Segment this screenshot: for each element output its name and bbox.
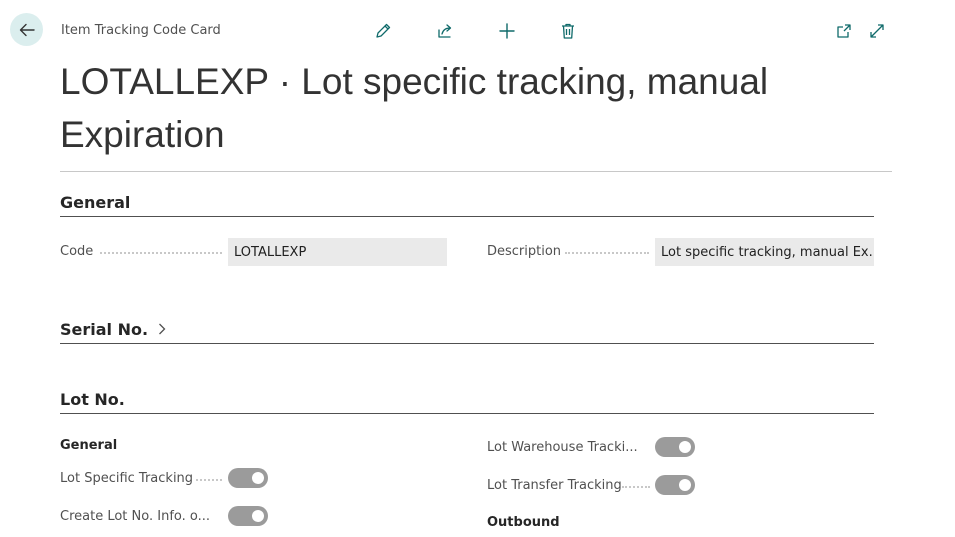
lot-specific-tracking-toggle[interactable]	[228, 468, 268, 488]
description-field[interactable]: Lot specific tracking, manual Ex...	[655, 238, 874, 266]
delete-icon[interactable]	[556, 19, 580, 43]
lot-outbound-group-title: Outbound	[487, 515, 560, 530]
code-leader-dots	[100, 252, 222, 254]
description-leader-dots	[565, 252, 649, 254]
arrow-left-icon	[19, 23, 35, 36]
lot-specific-tracking-label: Lot Specific Tracking	[60, 471, 194, 486]
back-button[interactable]	[10, 13, 43, 46]
leader-dots	[196, 479, 222, 481]
lot-general-group-title: General	[60, 438, 118, 453]
section-lot-header[interactable]: Lot No.	[60, 390, 874, 414]
toggle-knob	[679, 479, 691, 491]
edit-icon[interactable]	[371, 19, 395, 43]
toggle-knob	[679, 441, 691, 453]
share-icon[interactable]	[433, 19, 457, 43]
leader-dots	[622, 486, 650, 488]
create-lot-info-toggle[interactable]	[228, 506, 268, 526]
lot-warehouse-tracking-label: Lot Warehouse Tracki...	[487, 440, 638, 455]
title-divider	[60, 171, 892, 172]
page-caption: Item Tracking Code Card	[61, 23, 221, 38]
toggle-knob	[252, 510, 264, 522]
section-title: Serial No.	[60, 320, 149, 339]
chevron-right-icon	[157, 321, 167, 340]
code-label: Code	[60, 244, 94, 259]
section-title: General	[60, 193, 131, 212]
lot-warehouse-tracking-toggle[interactable]	[655, 437, 695, 457]
section-general-header[interactable]: General	[60, 193, 874, 217]
lot-transfer-tracking-toggle[interactable]	[655, 475, 695, 495]
open-new-window-icon[interactable]	[832, 19, 856, 43]
toggle-knob	[252, 472, 264, 484]
expand-icon[interactable]	[865, 19, 889, 43]
code-field[interactable]: LOTALLEXP	[228, 238, 447, 266]
add-icon[interactable]	[495, 19, 519, 43]
lot-transfer-tracking-label: Lot Transfer Tracking	[487, 478, 622, 493]
section-title: Lot No.	[60, 390, 125, 409]
description-label: Description	[487, 244, 562, 259]
create-lot-info-label: Create Lot No. Info. o...	[60, 509, 211, 524]
section-serial-header[interactable]: Serial No.	[60, 320, 874, 344]
page-title: LOTALLEXP · Lot specific tracking, manua…	[60, 61, 769, 155]
